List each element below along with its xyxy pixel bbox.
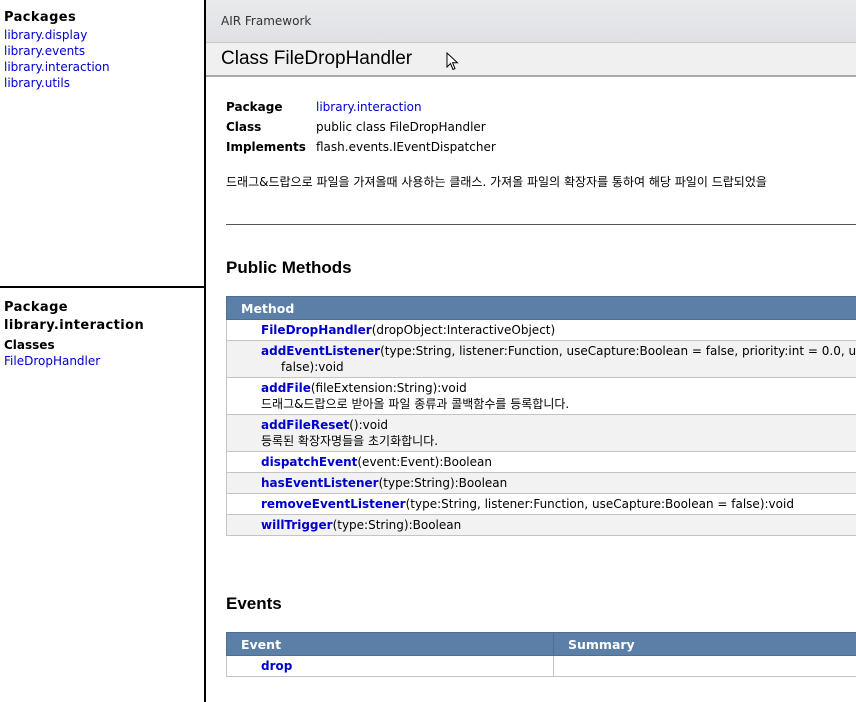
event-column-header: Event — [226, 632, 554, 656]
table-row: willTrigger(type:String):Boolean — [226, 514, 856, 536]
events-heading: Events — [226, 594, 282, 613]
events-table: Event Summary drop — [226, 632, 856, 677]
package-value-link[interactable]: library.interaction — [316, 100, 422, 114]
table-row: addEventListener(type:String, listener:F… — [226, 340, 856, 378]
classes-frame: Package library.interaction Classes File… — [4, 299, 200, 369]
content-frame: AIR Framework Class FileDropHandler Pack… — [206, 0, 856, 702]
package-link-utils[interactable]: library.utils — [4, 75, 200, 91]
framework-bar: AIR Framework — [206, 0, 856, 43]
method-signature: (event:Event):Boolean — [357, 455, 492, 469]
table-row: FileDropHandler(dropObject:InteractiveOb… — [226, 319, 856, 341]
implements-value: flash.events.IEventDispatcher — [316, 140, 496, 154]
table-row: hasEventListener(type:String):Boolean — [226, 472, 856, 494]
package-link-events[interactable]: library.events — [4, 43, 200, 59]
divider — [226, 224, 856, 225]
package-name: library.interaction — [4, 318, 145, 333]
page-title: Class FileDropHandler — [221, 48, 413, 69]
info-row-implements: Implements flash.events.IEventDispatcher — [226, 139, 496, 159]
event-link[interactable]: drop — [261, 659, 292, 673]
class-description: 드래그&드랍으로 파일을 가져올때 사용하는 클래스. 가져올 파일의 확장자를… — [226, 175, 767, 189]
method-link[interactable]: addEventListener — [261, 344, 380, 358]
public-methods-heading: Public Methods — [226, 258, 352, 277]
left-frames: Packages library.display library.events … — [0, 0, 204, 702]
method-signature-continued: false):void — [281, 360, 344, 374]
package-link-display[interactable]: library.display — [4, 27, 200, 43]
method-link[interactable]: hasEventListener — [261, 476, 379, 490]
method-signature: ():void — [349, 418, 389, 432]
mouse-cursor-icon — [446, 52, 459, 71]
class-title-bar: Class FileDropHandler — [206, 43, 856, 77]
info-key: Class — [226, 120, 262, 134]
table-row: drop — [226, 655, 856, 677]
method-description: 등록된 확장자명들을 초기화합니다. — [261, 434, 439, 448]
method-description: 드래그&드랍으로 받아올 파일 종류과 콜백함수를 등록합니다. — [261, 397, 570, 411]
method-signature: (dropObject:InteractiveObject) — [371, 323, 556, 337]
table-row: removeEventListener(type:String, listene… — [226, 493, 856, 515]
classes-label: Classes — [4, 338, 55, 352]
method-link[interactable]: FileDropHandler — [261, 323, 372, 337]
package-link-interaction[interactable]: library.interaction — [4, 59, 200, 75]
method-link[interactable]: removeEventListener — [261, 497, 406, 511]
class-info: Package library.interaction Class public c… — [226, 99, 496, 159]
info-key: Implements — [226, 140, 306, 154]
methods-table: Method FileDropHandler(dropObject:Intera… — [226, 296, 856, 536]
table-row: addFile(fileExtension:String):void 드래그&드… — [226, 377, 856, 415]
method-link[interactable]: addFile — [261, 381, 311, 395]
method-column-header: Method — [226, 296, 856, 320]
method-signature: (type:String, listener:Function, useCapt… — [380, 344, 856, 358]
method-link[interactable]: dispatchEvent — [261, 455, 357, 469]
info-row-package: Package library.interaction — [226, 99, 496, 119]
summary-column-header: Summary — [553, 632, 856, 656]
package-label: Package — [4, 300, 68, 315]
info-key: Package — [226, 100, 283, 114]
framework-title: AIR Framework — [221, 14, 312, 28]
packages-title: Packages — [4, 10, 77, 25]
method-link[interactable]: willTrigger — [261, 518, 333, 532]
info-row-class: Class public class FileDropHandler — [226, 119, 496, 139]
method-link[interactable]: addFileReset — [261, 418, 349, 432]
frame-divider-horizontal[interactable] — [0, 286, 205, 288]
class-link-filedrophandler[interactable]: FileDropHandler — [4, 353, 200, 369]
method-signature: (type:String, listener:Function, useCapt… — [405, 497, 794, 511]
event-summary — [553, 655, 856, 677]
method-signature: (type:String):Boolean — [332, 518, 462, 532]
method-signature: (type:String):Boolean — [378, 476, 508, 490]
table-row: dispatchEvent(event:Event):Boolean — [226, 451, 856, 473]
table-row: addFileReset():void 등록된 확장자명들을 초기화합니다. — [226, 414, 856, 452]
packages-frame: Packages library.display library.events … — [4, 10, 200, 91]
method-signature: (fileExtension:String):void — [310, 381, 467, 395]
class-value: public class FileDropHandler — [316, 120, 486, 134]
